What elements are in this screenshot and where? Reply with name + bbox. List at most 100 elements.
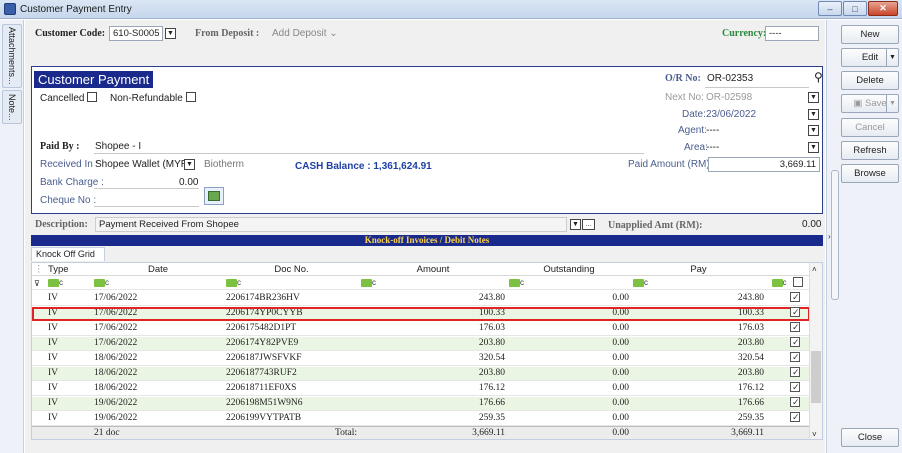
tab-attachments[interactable]: Attachments... [2, 24, 22, 88]
filter-docno[interactable] [224, 277, 359, 290]
refresh-button[interactable]: Refresh [841, 141, 899, 160]
cell-pay[interactable]: 203.80 [631, 367, 766, 380]
row-select-checkbox[interactable] [790, 292, 800, 304]
agent-dropdown[interactable]: ▼ [808, 125, 819, 136]
cell-pay[interactable]: 176.03 [631, 322, 766, 335]
table-row[interactable]: IV 19/06/2022 2206199VYTPATB 259.35 0.00 259.… [32, 412, 810, 426]
scroll-up-icon[interactable]: ˄ [812, 265, 817, 274]
cell-pay[interactable]: 100.33 [631, 307, 766, 320]
row-select-checkbox[interactable] [790, 337, 800, 349]
maximize-button[interactable]: □ [843, 1, 867, 16]
calculator-icon[interactable] [204, 187, 224, 205]
cell-select [766, 412, 808, 425]
cell-date: 19/06/2022 [94, 413, 138, 423]
row-select-checkbox[interactable] [790, 397, 800, 409]
edit-dropdown-icon[interactable]: ▼ [886, 49, 898, 66]
received-in-dropdown[interactable]: ▼ [184, 159, 195, 170]
customer-code-dropdown[interactable]: ▼ [165, 28, 176, 39]
minimize-button[interactable]: – [818, 1, 842, 16]
agent-value[interactable]: ---- [706, 125, 719, 136]
area-value[interactable]: ---- [706, 142, 719, 153]
paid-by-value[interactable]: Shopee - I [95, 141, 141, 152]
table-row[interactable]: IV 18/06/2022 220618711EF0XS 176.12 0.00 176.… [32, 382, 810, 396]
grid-scrollbar[interactable]: ˄ ˅ [809, 263, 822, 439]
grid-menu-icon[interactable]: ⋮ [32, 263, 46, 276]
area-dropdown[interactable]: ▼ [808, 142, 819, 153]
table-row[interactable]: IV 17/06/2022 2206174BR236HV 243.80 0.00 243.… [32, 292, 810, 306]
filter-icon [509, 277, 524, 289]
cell-pay[interactable]: 259.35 [631, 412, 766, 425]
row-select-checkbox[interactable] [790, 307, 800, 319]
row-select-checkbox[interactable] [790, 322, 800, 334]
cell-docno: 220618711EF0XS [226, 383, 297, 393]
table-row[interactable]: IV 19/06/2022 2206198M51W9N6 176.66 0.00 176.… [32, 397, 810, 411]
expand-arrow-icon[interactable]: › [828, 232, 831, 241]
or-no-value[interactable]: OR-02353 [707, 73, 753, 84]
description-field[interactable]: Payment Received From Shopee [95, 217, 567, 232]
cancelled-checkbox[interactable] [87, 92, 98, 102]
filter-date[interactable] [92, 277, 224, 290]
table-row[interactable]: IV 17/06/2022 2206174YP0CYYB 100.33 0.00 100.… [32, 307, 810, 321]
new-button[interactable]: New [841, 25, 899, 44]
col-pay[interactable]: Pay [631, 263, 766, 276]
search-icon[interactable]: ⚲ [814, 70, 823, 84]
filter-type[interactable] [46, 277, 92, 290]
nonrefundable-checkbox[interactable] [185, 92, 196, 102]
customer-code-field[interactable]: 610-S0005 [109, 26, 163, 41]
table-row[interactable]: IV 17/06/2022 2206175482D1PT 176.03 0.00 176.… [32, 322, 810, 336]
row-select-checkbox[interactable] [790, 382, 800, 394]
row-select-checkbox[interactable] [790, 412, 800, 424]
paid-amount-field[interactable]: 3,669.11 [708, 157, 820, 172]
col-outstanding[interactable]: Outstanding [507, 263, 631, 276]
cell-pay[interactable]: 176.12 [631, 382, 766, 395]
cheque-no-label: Cheque No : [40, 195, 97, 206]
col-docno[interactable]: Doc No. [224, 263, 359, 276]
row-select-checkbox[interactable] [790, 367, 800, 379]
tab-knock-off-grid[interactable]: Knock Off Grid [31, 247, 105, 261]
description-dropdown[interactable]: ▼ [570, 219, 581, 230]
add-deposit-link[interactable]: Add Deposit ⌄ [272, 28, 338, 39]
cell-outstanding: 0.00 [612, 413, 629, 423]
cell-pay[interactable]: 203.80 [631, 337, 766, 350]
cell-pay[interactable]: 320.54 [631, 352, 766, 365]
table-row[interactable]: IV 18/06/2022 2206187743RUF2 203.80 0.00 203.… [32, 367, 810, 381]
select-all-checkbox[interactable] [792, 277, 803, 287]
table-row[interactable]: IV 17/06/2022 2206174Y82PVE9 203.80 0.00 203.… [32, 337, 810, 351]
panel-splitter[interactable] [831, 170, 839, 300]
cell-pay[interactable]: 243.80 [631, 292, 766, 305]
filter-amount[interactable] [359, 277, 507, 290]
cancel-button[interactable]: Cancel [841, 118, 899, 137]
col-amount[interactable]: Amount [359, 263, 507, 276]
delete-button[interactable]: Delete [841, 71, 899, 90]
scroll-thumb[interactable] [811, 351, 821, 403]
scroll-down-icon[interactable]: ˅ [812, 430, 817, 439]
footer-outstanding: 0.00 [612, 428, 629, 438]
tab-note[interactable]: Note... [2, 90, 22, 124]
save-button[interactable]: ▣ Save ▼ [841, 94, 899, 113]
save-dropdown-icon[interactable]: ▼ [886, 95, 898, 112]
cell-pay[interactable]: 176.66 [631, 397, 766, 410]
col-type[interactable]: Type [46, 263, 92, 276]
footer-pay: 3,669.11 [731, 428, 764, 438]
date-dropdown[interactable]: ▼ [808, 109, 819, 120]
row-select-checkbox[interactable] [790, 352, 800, 364]
cash-balance-label: CASH Balance : 1,361,624.91 [295, 161, 432, 172]
bank-charge-value[interactable]: 0.00 [179, 177, 198, 188]
description-ellipsis-button[interactable]: ... [582, 219, 595, 230]
window-title: Customer Payment Entry [20, 3, 132, 15]
received-in-value[interactable]: Shopee Wallet (MYR) [95, 159, 191, 170]
close-window-button[interactable]: ✕ [868, 1, 898, 16]
date-value[interactable]: 23/06/2022 [706, 109, 756, 120]
browse-button[interactable]: Browse [841, 164, 899, 183]
footer-total-label: Total: [334, 428, 357, 438]
close-button[interactable]: Close [841, 428, 899, 447]
col-date[interactable]: Date [92, 263, 224, 276]
currency-field[interactable]: ---- [765, 26, 819, 41]
filter-select[interactable] [766, 277, 808, 290]
filter-icon [48, 277, 63, 289]
table-row[interactable]: IV 18/06/2022 2206187JWSFVKF 320.54 0.00 320.… [32, 352, 810, 366]
edit-button[interactable]: Edit ▼ [841, 48, 899, 67]
filter-pay[interactable] [631, 277, 766, 290]
next-no-dropdown[interactable]: ▼ [808, 92, 819, 103]
filter-outstanding[interactable] [507, 277, 631, 290]
